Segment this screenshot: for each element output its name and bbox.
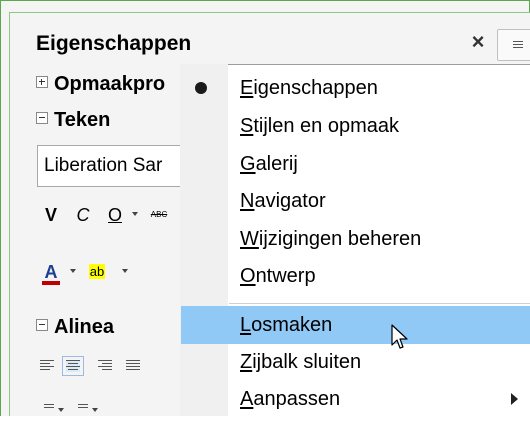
menu-separator (229, 303, 530, 304)
numbered-list-dropdown-icon[interactable] (92, 408, 98, 412)
section-styles-label: Opmaakpro (54, 73, 166, 95)
mouse-pointer-icon (391, 324, 408, 349)
radio-bullet-icon (195, 82, 207, 94)
highlight-button[interactable]: ab (84, 257, 110, 287)
menu-item-zijbalk-sluiten[interactable]: Zijbalk sluiten (181, 343, 530, 381)
section-styles[interactable]: Opmaakpro (36, 70, 165, 98)
collapse-icon (36, 112, 48, 124)
italic-button[interactable]: C (72, 200, 94, 230)
expand-icon (36, 76, 48, 88)
menu-item-navigator[interactable]: Navigator (181, 182, 530, 220)
bullet-list-dropdown-icon[interactable] (58, 408, 64, 412)
menu-item-eigenschappen[interactable]: Eigenschappen (181, 69, 530, 107)
menu-item-stijlen[interactable]: Stijlen en opmaak (181, 107, 530, 145)
align-right-icon[interactable] (98, 360, 112, 372)
color-toolbar: A ab (40, 257, 190, 287)
list-toolbar (40, 400, 160, 430)
menu-item-ontwerp[interactable]: Ontwerp (181, 257, 530, 295)
menu-item-aanpassen[interactable]: Aanpassen (181, 380, 530, 418)
menu-item-galerij[interactable]: Galerij (181, 145, 530, 183)
menu-item-losmaken[interactable]: Losmaken (181, 306, 530, 344)
underline-button[interactable]: O (104, 200, 126, 230)
strikethrough-button[interactable]: ABC (144, 200, 174, 230)
underline-dropdown-icon[interactable] (132, 212, 138, 216)
font-color-button[interactable]: A (40, 257, 62, 287)
collapse-icon (36, 319, 48, 331)
alignment-toolbar (40, 354, 180, 384)
sidebar-menu-button[interactable] (497, 29, 530, 61)
bold-button[interactable]: V (40, 200, 62, 230)
panel-border (9, 12, 10, 416)
numbered-list-icon[interactable] (74, 404, 88, 410)
close-deck-button[interactable]: × (464, 27, 492, 57)
deck-title: Eigenschappen (36, 32, 192, 55)
submenu-arrow-icon (511, 393, 518, 405)
font-color-swatch (42, 281, 60, 285)
character-toolbar: V C O ABC (40, 200, 190, 230)
menu-item-wijzigingen[interactable]: Wijzigingen beheren (181, 220, 530, 258)
highlight-dropdown-icon[interactable] (122, 269, 128, 273)
highlight-icon: ab (88, 264, 106, 279)
align-justify-icon[interactable] (126, 360, 140, 372)
menu-lines-icon (513, 41, 523, 50)
section-character[interactable]: Teken (36, 106, 110, 134)
align-center-icon[interactable] (62, 356, 84, 376)
section-paragraph-label: Alinea (54, 316, 115, 338)
section-character-label: Teken (54, 109, 111, 131)
bullet-list-icon[interactable] (40, 404, 54, 410)
font-color-dropdown-icon[interactable] (70, 269, 76, 273)
font-color-icon: A (44, 262, 58, 282)
section-paragraph[interactable]: Alinea (36, 313, 114, 341)
align-left-icon[interactable] (40, 360, 54, 372)
